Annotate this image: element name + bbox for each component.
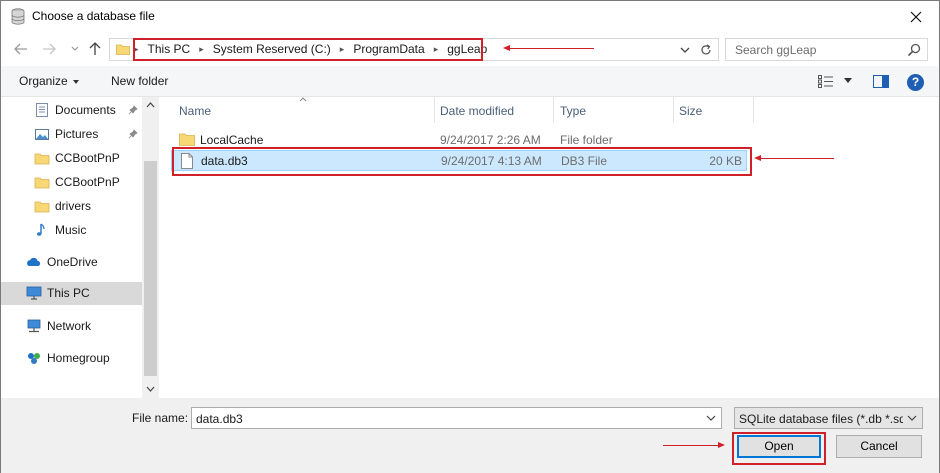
onedrive-icon [27,257,41,266]
breadcrumb-annotation-box [133,38,483,61]
file-date: 9/24/2017 2:26 AM [440,133,541,147]
sidebar-item-music[interactable]: Music [1,219,142,242]
annotation-arrow-line [663,445,719,446]
folder-icon [34,177,50,189]
chevron-down-icon[interactable] [844,78,852,84]
column-header-name[interactable]: Name [173,97,435,123]
sidebar-item-label: Documents [55,103,116,117]
search-input[interactable]: Search ggLeap [725,38,928,61]
file-name-label: File name: [132,411,189,425]
arrow-right-icon [43,43,56,55]
refresh-icon[interactable] [699,43,713,57]
sidebar-item-network[interactable]: Network [1,315,142,338]
column-header-label: Date modified [440,104,515,118]
annotation-arrow-line [507,48,594,49]
column-header-size[interactable]: Size [673,97,753,123]
pin-icon[interactable] [128,105,138,115]
sidebar-item-label: CCBootPnP [55,175,120,189]
pictures-icon [35,129,49,140]
view-options-icon[interactable] [818,75,834,88]
documents-icon [36,103,48,117]
open-button-annotation-box [732,432,826,465]
folder-icon [34,201,50,213]
file-type-select[interactable]: SQLite database files (*.db *.sql [734,407,923,429]
chevron-down-icon[interactable] [705,412,717,424]
close-button[interactable] [893,1,939,32]
annotation-arrow-line [758,158,834,159]
folder-icon [34,153,50,165]
recent-locations-button[interactable] [65,39,85,59]
file-list: Name Date modified Type Size LocalCache … [159,97,939,398]
file-name-value: data.db3 [196,412,243,426]
nav-scrollbar[interactable] [142,97,159,398]
column-divider[interactable] [753,97,754,123]
column-header-date-modified[interactable]: Date modified [434,97,554,123]
file-name-input[interactable]: data.db3 [191,407,722,429]
organize-button[interactable]: Organize [19,74,79,88]
column-header-label: Type [560,104,587,118]
computer-icon [26,286,42,300]
file-row-annotation-box [172,147,752,176]
file-dialog-window: Choose a database file ▸ This PC ▸ Syste… [0,0,940,473]
command-toolbar: Organize New folder [1,66,939,97]
annotation-arrow-head [503,45,510,51]
navigation-pane: Documents Pictures CCBootPnP CCBootPnP d… [1,97,159,398]
sidebar-item-documents[interactable]: Documents [1,99,142,122]
chevron-down-icon[interactable] [678,43,692,57]
sidebar-item-label: CCBootPnP [55,151,120,165]
help-icon[interactable]: ? [907,74,924,91]
arrow-left-icon [14,43,27,55]
close-icon [910,11,922,22]
cancel-button[interactable]: Cancel [836,435,922,458]
column-header-label: Size [679,104,703,118]
search-placeholder: Search ggLeap [735,43,817,57]
file-name: LocalCache [200,133,264,147]
sidebar-item-label: Music [55,223,87,237]
new-folder-button[interactable]: New folder [111,74,168,88]
sidebar-item-label: Pictures [55,127,99,141]
organize-label: Organize [19,74,68,88]
column-header-label: Name [179,104,212,118]
folder-icon [179,133,195,146]
sidebar-item-onedrive[interactable]: OneDrive [1,251,142,274]
file-type-value: SQLite database files (*.db *.sql [739,412,903,426]
annotation-arrow-head [718,442,725,448]
music-icon [36,223,45,236]
chevron-down-icon [72,79,79,84]
forward-button[interactable] [39,39,59,59]
title-bar: Choose a database file [1,1,939,32]
sidebar-item-ccbootpnp[interactable]: CCBootPnP [1,147,142,170]
database-icon [11,8,25,25]
window-title: Choose a database file [32,9,155,23]
homegroup-icon [28,353,40,364]
back-button[interactable] [11,39,31,59]
sidebar-item-drivers[interactable]: drivers [1,195,142,218]
sidebar-item-label: Network [47,319,92,333]
preview-pane-icon[interactable] [873,75,889,88]
sidebar-item-this-pc[interactable]: This PC [1,282,142,305]
scrollbar-thumb[interactable] [144,161,157,376]
file-type: File folder [560,133,613,147]
sidebar-item-label: OneDrive [47,255,98,269]
sidebar-item-label: This PC [47,286,90,300]
chevron-down-icon[interactable] [906,412,918,424]
up-button[interactable] [85,39,105,59]
chevron-up-icon[interactable] [146,102,155,108]
sidebar-item-homegroup[interactable]: Homegroup [1,347,142,370]
chevron-down-icon[interactable] [146,386,155,392]
pin-icon[interactable] [128,129,138,139]
arrow-up-icon [89,42,101,55]
search-icon [907,43,921,57]
folder-icon [116,44,130,55]
chevron-down-icon [71,46,79,51]
annotation-arrow-head [754,155,761,161]
sort-ascending-icon [299,97,307,102]
sidebar-item-label: drivers [55,199,92,213]
sidebar-item-ccbootpnp-2[interactable]: CCBootPnP [1,171,142,194]
sidebar-item-pictures[interactable]: Pictures [1,123,142,146]
column-header-type[interactable]: Type [554,97,674,123]
sidebar-item-label: Homegroup [47,351,110,365]
network-icon [27,319,41,333]
